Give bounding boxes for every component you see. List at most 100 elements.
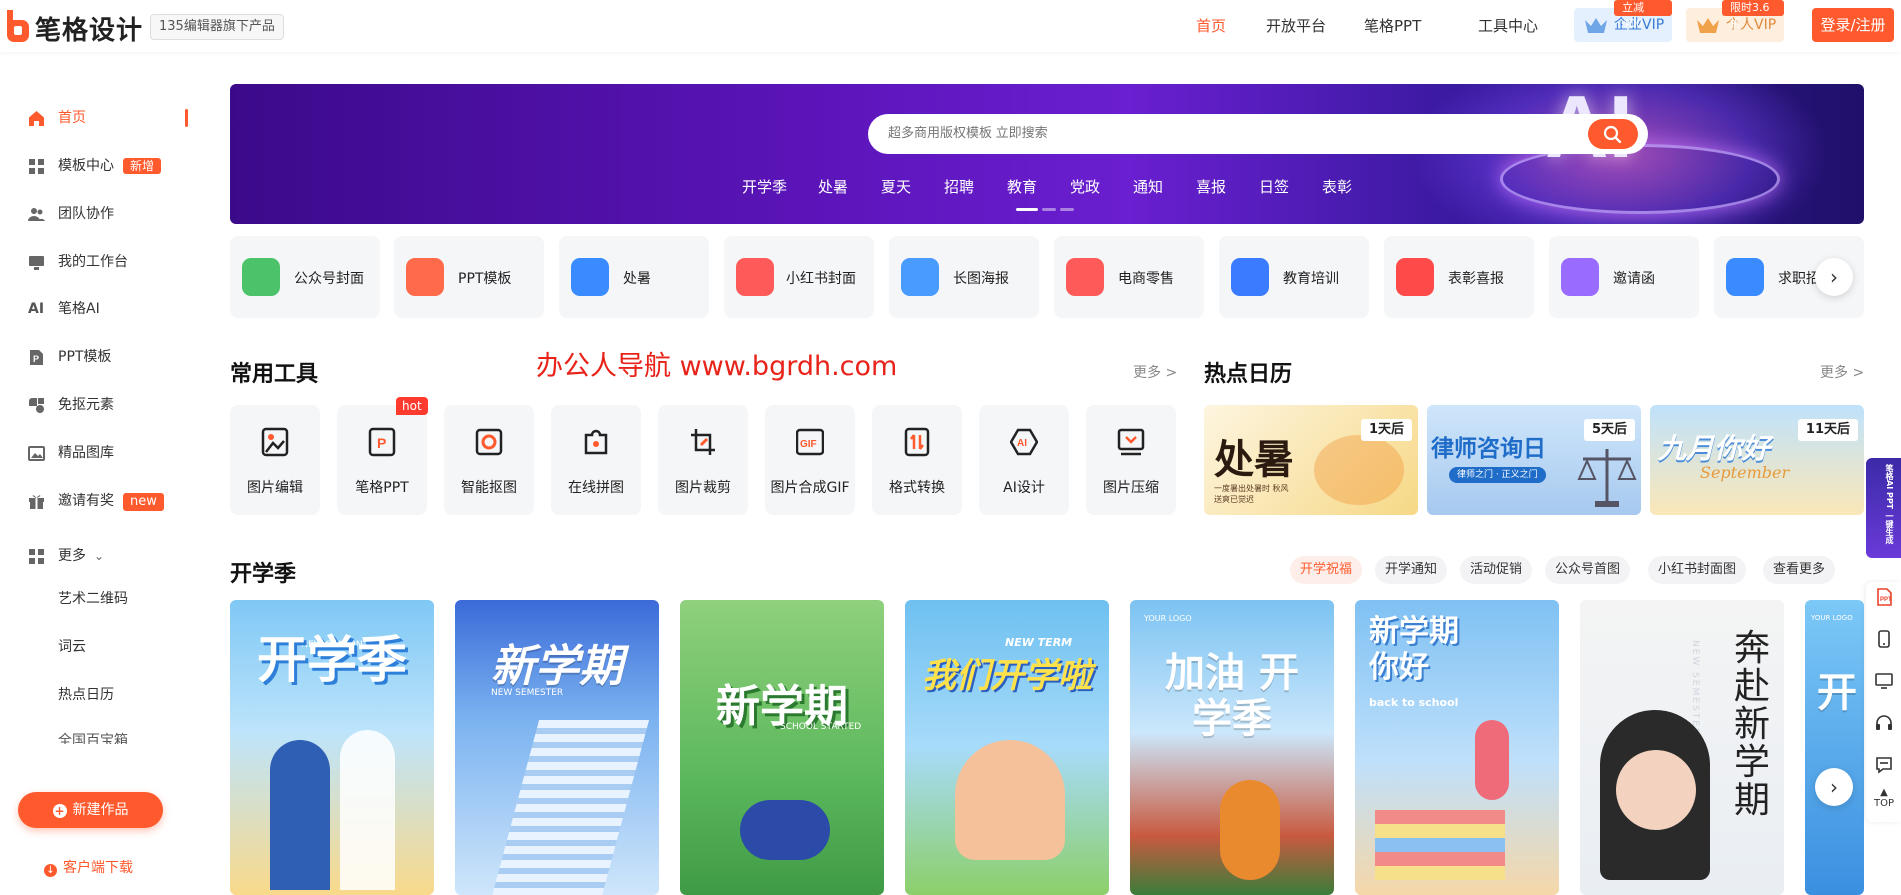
filter-chip[interactable]: 公众号首图 [1545,556,1631,584]
template-card[interactable]: YOUR LOGO 加油 开学季 [1130,600,1334,895]
search-input[interactable] [888,125,1568,140]
enterprise-vip-button[interactable]: 企业VIP 立减400 [1574,0,1672,42]
tool-puzzle[interactable]: 在线拼图 [551,405,641,515]
calendar-card-note: September [1700,463,1790,482]
tool-ai-design[interactable]: AI AI设计 [979,405,1069,515]
tools-more-link[interactable]: 更多 > [1133,362,1177,382]
hot-word[interactable]: 招聘 [944,176,974,197]
personal-vip-button[interactable]: 个人VIP 限时3.6折 [1686,0,1784,42]
hot-word[interactable]: 日签 [1259,176,1289,197]
carousel-dot-active[interactable] [1016,208,1038,211]
category-card[interactable]: PPT模板 [394,236,544,318]
nav-open-platform[interactable]: 开放平台 [1266,15,1326,36]
sidebar-sub-calendar[interactable]: 热点日历 [58,684,114,704]
sidebar-item-gallery[interactable]: 精品图库 [28,441,158,465]
tool-bige-ppt[interactable]: P 笔格PPT hot [337,397,428,515]
back-to-top-button[interactable]: ▲ TOP [1870,788,1898,810]
hot-word[interactable]: 党政 [1070,176,1100,197]
hot-word[interactable]: 通知 [1133,176,1163,197]
sidebar-item-label: 我的工作台 [58,254,128,270]
ppt-file-icon[interactable]: PPT [1875,588,1893,606]
sidebar-item-templates[interactable]: 模板中心 新增 [28,154,188,178]
wechat-cover-icon [242,258,280,296]
category-card[interactable]: 长图海报 [889,236,1039,318]
sidebar-sub-toolbox[interactable]: 全国百宝箱 [58,730,128,744]
calendar-card-title: 律师咨询日 [1431,436,1546,462]
category-next-button[interactable]: › [1815,258,1853,296]
hot-word[interactable]: 开学季 [742,176,787,197]
hot-word[interactable]: 喜报 [1196,176,1226,197]
calendar-title: 热点日历 [1204,362,1293,387]
template-card[interactable]: 新学期 你好 back to school [1355,600,1559,895]
category-card[interactable]: 处暑 [559,236,709,318]
filter-chip[interactable]: 查看更多 [1763,556,1836,584]
sidebar-sub-qrcode[interactable]: 艺术二维码 [58,588,128,608]
template-card[interactable]: NEW SEASON 开学季 [230,600,434,895]
headset-icon[interactable] [1875,714,1893,732]
sidebar-sub-wordcloud[interactable]: 词云 [58,636,86,656]
calendar-card[interactable]: 律师咨询日 律师之门 · 正义之门 5天后 [1427,405,1641,515]
category-card[interactable]: 公众号封面 [230,236,380,318]
sidebar-item-elements[interactable]: 免抠元素 [28,393,158,417]
download-client-button[interactable]: ↓ 客户端下载 [44,857,133,877]
sidebar-item-invite[interactable]: 邀请有奖 new [28,489,178,513]
feedback-icon[interactable] [1875,756,1893,774]
sidebar-item-workspace[interactable]: 我的工作台 [28,250,158,274]
compress-icon [1117,428,1145,456]
hot-badge: hot [396,397,428,415]
sidebar-item-more[interactable]: 更多 ⌄ [28,544,138,568]
svg-text:P: P [377,435,386,451]
filter-chip[interactable]: 开学通知 [1375,556,1448,584]
nav-bige-ppt[interactable]: 笔格PPT [1364,15,1421,36]
sidebar-item-ppt[interactable]: P PPT模板 [28,345,158,369]
tool-gif[interactable]: GIF 图片合成GIF [765,405,855,515]
chevron-down-icon: ⌄ [94,549,105,563]
category-card[interactable]: 教育培训 [1219,236,1369,318]
template-card[interactable]: 新学期 SCHOOL STARTED [680,600,884,895]
sidebar-item-team[interactable]: 团队协作 [28,202,158,226]
tool-compress[interactable]: 图片压缩 [1086,405,1176,515]
carousel-dot[interactable] [1060,208,1074,211]
tool-image-edit[interactable]: 图片编辑 [230,405,320,515]
template-card[interactable]: 新学期 NEW SEMESTER [455,600,659,895]
tool-crop[interactable]: 图片裁剪 [658,405,748,515]
calendar-card[interactable]: 九月你好 September 11天后 [1650,405,1864,515]
sidebar-item-label: 免抠元素 [58,397,114,413]
sidebar-item-ai[interactable]: AI 笔格AI [28,297,158,321]
nav-home[interactable]: 首页 [1196,15,1226,36]
calendar-more-link[interactable]: 更多 > [1820,362,1864,382]
sidebar-item-home[interactable]: 首页 [28,106,193,130]
template-card[interactable]: YOUR LOGO 开 [1805,600,1864,895]
category-card[interactable]: 邀请函 [1549,236,1699,318]
calendar-card[interactable]: 处暑 一度暑出处暑时 秋风送爽已觉迟 1天后 [1204,405,1418,515]
carousel-dot[interactable] [1042,208,1056,211]
ai-ppt-float-button[interactable]: 笔格AI PPT 一键生成 [1866,458,1901,558]
calendar-card-title: 九月你好 [1658,432,1771,465]
filter-chip[interactable]: 小红书封面图 [1648,556,1747,584]
template-card[interactable]: 奔赴新学期 NEW SEMESTER [1580,600,1784,895]
desktop-icon[interactable] [1875,672,1893,690]
hot-word[interactable]: 夏天 [881,176,911,197]
mobile-icon[interactable] [1875,630,1893,648]
category-card[interactable]: 电商零售 [1054,236,1204,318]
logo-icon[interactable] [4,8,30,42]
hot-word[interactable]: 表彰 [1322,176,1352,197]
nav-tool-center[interactable]: 工具中心 [1478,15,1538,36]
tool-cutout[interactable]: 智能抠图 [444,405,534,515]
login-button[interactable]: 登录/注册 [1812,8,1894,42]
category-card[interactable]: 小红书封面 [724,236,874,318]
template-card[interactable]: NEW TERM 我们开学啦 [905,600,1109,895]
hot-word[interactable]: 处暑 [818,176,848,197]
new-work-button[interactable]: + 新建作品 [18,792,163,828]
hot-word[interactable]: 教育 [1007,176,1037,197]
filter-chip[interactable]: 活动促销 [1460,556,1533,584]
category-card[interactable]: 表彰喜报 [1384,236,1534,318]
logo-text[interactable]: 笔格设计 [35,10,143,47]
templates-next-button[interactable]: › [1815,768,1853,806]
filter-chip[interactable]: 开学祝福 [1290,556,1363,584]
home-icon [29,111,44,126]
search-bar[interactable] [868,114,1648,154]
category-label: 长图海报 [953,271,1009,287]
tool-convert[interactable]: 格式转换 [872,405,962,515]
search-button[interactable] [1588,119,1638,149]
